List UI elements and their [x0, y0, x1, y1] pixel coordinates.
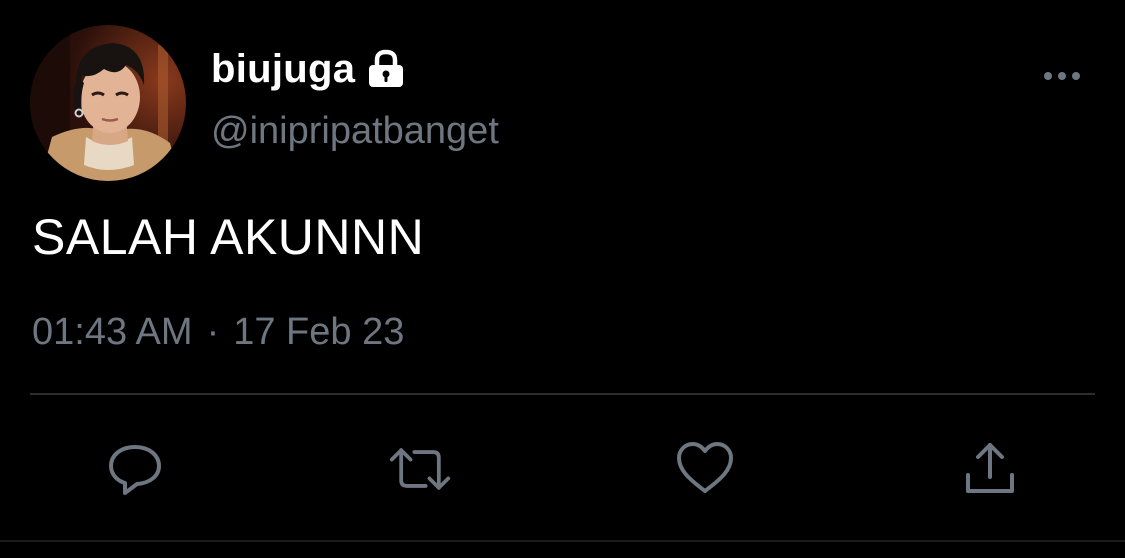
tweet-time: 01:43 AM — [32, 311, 193, 353]
tweet-text: SALAH AKUNNN — [32, 209, 425, 265]
author-handle[interactable]: @inipripatbanget — [211, 110, 499, 153]
share-icon — [966, 443, 1014, 493]
lock-icon — [365, 48, 407, 90]
bottom-divider — [0, 540, 1125, 542]
avatar-image — [30, 25, 186, 181]
tweet-timestamp[interactable]: 01:43 AM · 17 Feb 23 — [32, 311, 404, 354]
heart-icon — [677, 442, 733, 493]
reply-icon — [109, 445, 161, 495]
tweet-card: biujuga @inipripatbanget SALAH AKUNNN 01… — [0, 0, 1125, 558]
reply-button[interactable] — [103, 437, 167, 501]
ellipsis-icon — [1044, 72, 1080, 80]
more-options-button[interactable] — [1032, 56, 1092, 96]
display-name[interactable]: biujuga — [211, 47, 355, 92]
tweet-date: 17 Feb 23 — [233, 311, 405, 353]
avatar[interactable] — [30, 25, 186, 181]
retweet-button[interactable] — [388, 437, 452, 501]
timestamp-separator: · — [206, 311, 220, 353]
retweet-icon — [389, 448, 451, 490]
author-name-row: biujuga — [211, 44, 407, 94]
like-button[interactable] — [673, 437, 737, 501]
share-button[interactable] — [958, 437, 1022, 501]
divider — [30, 393, 1095, 395]
